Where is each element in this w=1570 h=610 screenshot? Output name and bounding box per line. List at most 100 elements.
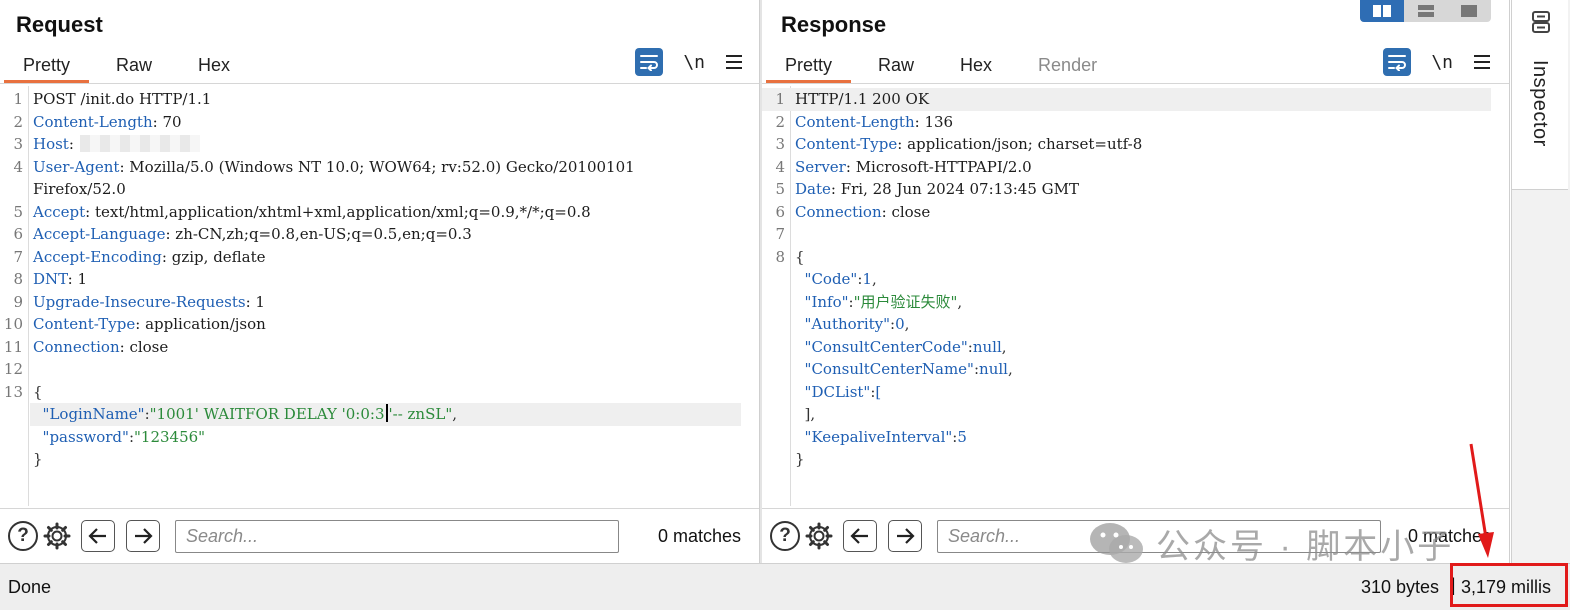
code-line: "Authority":0, bbox=[762, 313, 1491, 336]
request-match-count: 0 matches bbox=[657, 526, 741, 546]
code-line: 5 Accept: text/html,application/xhtml+xml… bbox=[0, 201, 741, 224]
code-line: 12 bbox=[0, 358, 741, 381]
arrow-right-icon bbox=[135, 528, 153, 544]
request-title: Request bbox=[16, 12, 103, 37]
wrap-lines-icon bbox=[640, 55, 659, 71]
single-pane-icon bbox=[1461, 5, 1478, 17]
help-icon[interactable]: ? bbox=[8, 521, 38, 551]
request-search-input[interactable] bbox=[175, 520, 619, 553]
header-colon: : bbox=[68, 135, 74, 153]
status-bar: Done 310 bytes | 3,179 millis bbox=[0, 563, 1570, 610]
header-value: 70 bbox=[157, 112, 182, 131]
json-comma: , bbox=[871, 270, 877, 288]
line-content: Accept-Language: zh-CN,zh;q=0.8,en-US;q=… bbox=[33, 223, 472, 246]
line-content: Accept: text/html,application/xhtml+xml,… bbox=[33, 201, 591, 224]
line-number: 8 bbox=[13, 270, 23, 288]
line-content: DNT: 1 bbox=[33, 268, 87, 291]
annotation-arrow-icon bbox=[1469, 443, 1494, 558]
json-key: "Code" bbox=[804, 270, 858, 288]
line-content: "Authority":0, bbox=[795, 313, 910, 336]
response-editor[interactable]: 1 HTTP/1.1 200 OK 2 Content-Length: 136 3 Con… bbox=[762, 86, 1491, 506]
json-comma: , bbox=[957, 292, 963, 311]
json-key: "Info" bbox=[804, 292, 849, 311]
line-number: 1 bbox=[13, 90, 23, 108]
json-value: 0 bbox=[895, 315, 905, 333]
gear-icon[interactable] bbox=[42, 521, 72, 551]
arrow-right-icon bbox=[897, 528, 915, 544]
line-content: "password":"123456" bbox=[33, 426, 206, 449]
header-name: Accept bbox=[33, 202, 86, 221]
code-line: 6 Accept-Language: zh-CN,zh;q=0.8,en-US;q… bbox=[0, 223, 741, 246]
columns-icon bbox=[1372, 5, 1391, 17]
code-line: 11 Connection: close bbox=[0, 336, 741, 359]
next-match-button[interactable] bbox=[888, 520, 922, 552]
header-name: Server bbox=[795, 157, 846, 176]
redacted-host bbox=[79, 135, 200, 152]
next-match-button[interactable] bbox=[126, 520, 160, 552]
code-line: 13 { bbox=[0, 381, 741, 404]
response-tab-hex[interactable]: Hex bbox=[937, 50, 1015, 83]
request-tab-hex[interactable]: Hex bbox=[175, 50, 253, 83]
response-menu-button[interactable] bbox=[1473, 48, 1491, 76]
layout-side-by-side-button[interactable] bbox=[1360, 0, 1404, 22]
request-tab-raw[interactable]: Raw bbox=[93, 50, 175, 83]
previous-match-button[interactable] bbox=[81, 520, 115, 552]
response-newline-toggle[interactable]: \n bbox=[1431, 48, 1453, 76]
header-name: DNT bbox=[33, 270, 68, 288]
response-panel: Response Pretty Raw Hex Render \n 1 HTTP/… bbox=[762, 0, 1510, 563]
line-content: } bbox=[33, 448, 43, 471]
line-content: Content-Length: 70 bbox=[33, 111, 182, 134]
request-menu-button[interactable] bbox=[725, 48, 743, 76]
previous-match-button[interactable] bbox=[843, 520, 877, 552]
header-name: Content-Length bbox=[795, 112, 915, 131]
header-name: Content-Type bbox=[795, 135, 898, 153]
arrow-left-icon bbox=[850, 528, 868, 544]
code-line: 10 Content-Type: application/json bbox=[0, 313, 741, 336]
request-tab-pretty[interactable]: Pretty bbox=[0, 50, 93, 83]
help-icon[interactable]: ? bbox=[770, 521, 800, 551]
line-number: 5 bbox=[13, 202, 23, 221]
line-number: 5 bbox=[775, 180, 785, 198]
json-string: '-- znSL" bbox=[388, 405, 453, 423]
line-number: 4 bbox=[13, 157, 23, 176]
json-value: "用户验证失败" bbox=[853, 292, 958, 311]
layout-tabs-button[interactable] bbox=[1447, 0, 1491, 22]
json-key: "LoginName" bbox=[42, 405, 145, 423]
line-content: { bbox=[795, 246, 805, 269]
line-number: 6 bbox=[775, 202, 785, 221]
gear-icon[interactable] bbox=[804, 521, 834, 551]
request-wrap-lines-button[interactable] bbox=[635, 48, 664, 76]
request-panel: Request Pretty Raw Hex \n 1 POST /init.do… bbox=[0, 0, 760, 563]
line-content: POST /init.do HTTP/1.1 bbox=[33, 88, 211, 111]
line-content: "Info":"用户验证失败", bbox=[795, 291, 963, 314]
line-number: 8 bbox=[775, 247, 785, 266]
response-tab-pretty[interactable]: Pretty bbox=[762, 50, 855, 83]
request-editor[interactable]: 1 POST /init.do HTTP/1.1 2 Content-Length: … bbox=[0, 86, 741, 506]
header-name: Content-Type bbox=[33, 315, 136, 333]
line-content: User-Agent: Mozilla/5.0 (Windows NT 10.0… bbox=[33, 156, 635, 179]
response-tab-render[interactable]: Render bbox=[1015, 50, 1120, 83]
header-name: Connection bbox=[795, 202, 882, 221]
request-newline-toggle[interactable]: \n bbox=[683, 48, 705, 76]
json-bracket: ], bbox=[795, 405, 816, 423]
response-wrap-lines-button[interactable] bbox=[1383, 48, 1412, 76]
inspector-tab[interactable]: Inspector bbox=[1512, 0, 1568, 190]
arrow-left-icon bbox=[88, 528, 106, 544]
response-search-input[interactable] bbox=[937, 520, 1381, 553]
response-tab-raw[interactable]: Raw bbox=[855, 50, 937, 83]
header-value: 1 bbox=[72, 270, 87, 288]
json-brace: } bbox=[33, 450, 43, 468]
json-comma: , bbox=[1001, 337, 1007, 356]
wrap-lines-icon bbox=[1388, 55, 1407, 71]
line-content: Accept-Encoding: gzip, deflate bbox=[33, 246, 266, 269]
header-name: Date bbox=[795, 180, 831, 198]
line-content: Content-Length: 136 bbox=[795, 111, 953, 134]
layout-stacked-button[interactable] bbox=[1404, 0, 1448, 22]
json-key: "password" bbox=[42, 427, 129, 446]
code-line: 2 Content-Length: 70 bbox=[0, 111, 741, 134]
